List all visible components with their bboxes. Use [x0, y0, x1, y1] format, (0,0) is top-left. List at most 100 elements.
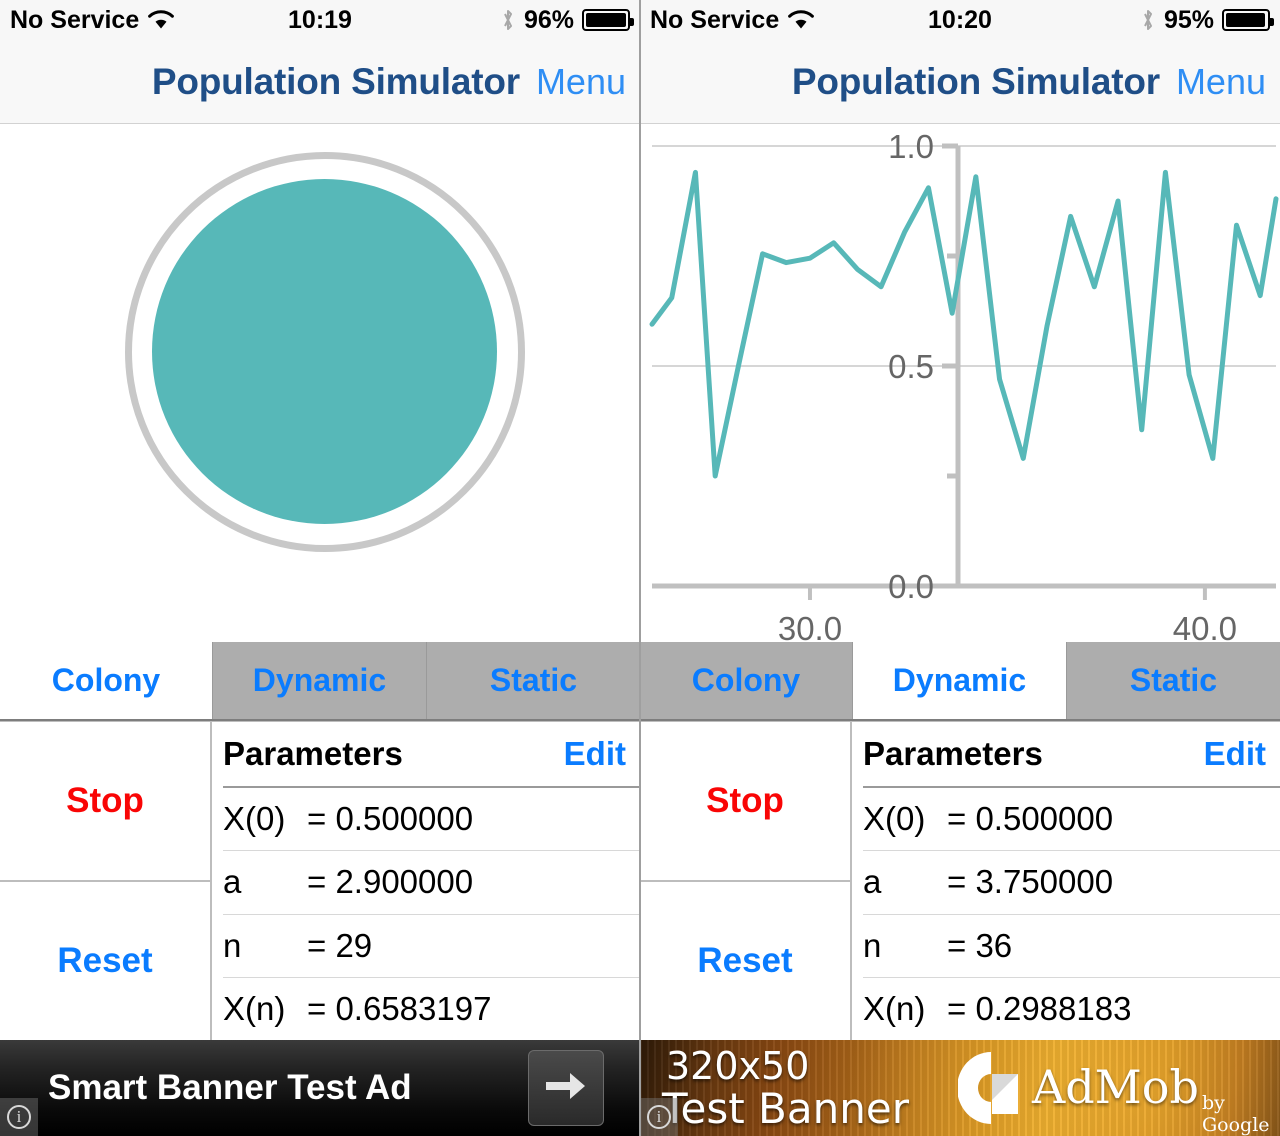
bottom-area-right: Stop Reset Parameters Edit X(0) = 0.5000… [640, 721, 1280, 1040]
tab-dynamic-label: Dynamic [892, 662, 1027, 698]
svg-text:0.5: 0.5 [888, 348, 934, 385]
ad-info-button[interactable]: i [0, 1098, 38, 1136]
param-key: X(n) [863, 989, 926, 1027]
dual-screenshot-container: No Service 10:19 96% Population Simulato… [0, 0, 1280, 1136]
nav-bar-left: Population Simulator Menu [0, 40, 640, 124]
param-key: a [223, 863, 242, 901]
param-key: a [863, 863, 882, 901]
bluetooth-icon [1140, 8, 1156, 32]
parameters-table: Parameters Edit X(0) = 0.500000 a = 3.75… [852, 722, 1280, 1040]
tab-colony[interactable]: Colony [640, 642, 853, 719]
tab-dynamic-label: Dynamic [252, 662, 387, 698]
svg-text:0.0: 0.0 [888, 568, 934, 605]
dynamic-line-chart: 0.0 0.5 1.0 30.0 40.0 [640, 124, 1280, 642]
info-icon: i [7, 1105, 31, 1129]
svg-text:40.0: 40.0 [1173, 610, 1237, 642]
ad-size-label: 320x50 [666, 1044, 810, 1088]
admob-brand-sub-label: by Google [1202, 1092, 1270, 1136]
action-button-column: Stop Reset [640, 722, 852, 1040]
battery-percent-label: 95% [1163, 5, 1214, 34]
battery-icon [1222, 9, 1274, 31]
info-icon: i [647, 1105, 671, 1129]
param-value: = 0.2988183 [947, 989, 1132, 1027]
tab-dynamic[interactable]: Dynamic [213, 642, 427, 719]
colony-view [0, 124, 640, 642]
tab-static[interactable]: Static [427, 642, 640, 719]
table-row: a = 2.900000 [223, 851, 640, 915]
table-row: X(0) = 0.500000 [863, 788, 1280, 852]
table-row: X(n) = 0.6583197 [223, 978, 640, 1040]
param-value: = 29 [307, 926, 373, 964]
param-value: = 36 [947, 926, 1013, 964]
tab-bar-left: Colony Dynamic Static [0, 642, 640, 721]
table-row: a = 3.750000 [863, 851, 1280, 915]
panel-right: No Service 10:20 95% Population Simulato… [640, 0, 1280, 1136]
stop-button-label: Stop [66, 781, 144, 820]
status-bar-left: No Service 10:19 96% [0, 0, 640, 40]
table-row: X(0) = 0.500000 [223, 788, 640, 852]
battery-percent-label: 96% [523, 5, 574, 34]
table-row: n = 36 [863, 915, 1280, 978]
battery-fill [586, 13, 626, 27]
param-key: n [863, 926, 882, 964]
parameters-header: Parameters Edit [863, 722, 1280, 788]
param-value: = 3.750000 [947, 863, 1114, 901]
table-row: n = 29 [223, 915, 640, 978]
colony-population-disc [152, 179, 497, 524]
action-button-column: Stop Reset [0, 722, 212, 1040]
tab-colony[interactable]: Colony [0, 642, 213, 719]
svg-text:30.0: 30.0 [778, 610, 842, 642]
param-value: = 0.500000 [307, 800, 474, 838]
menu-button[interactable]: Menu [1176, 61, 1266, 103]
ad-banner-text: Smart Banner Test Ad [48, 1068, 412, 1107]
battery-fill [1226, 13, 1265, 27]
edit-button[interactable]: Edit [564, 735, 626, 773]
nav-bar-right: Population Simulator Menu [640, 40, 1280, 124]
param-value: = 0.500000 [947, 800, 1114, 838]
param-value: = 2.900000 [307, 863, 474, 901]
edit-button[interactable]: Edit [1204, 735, 1266, 773]
svg-text:1.0: 1.0 [888, 128, 934, 165]
tab-dynamic[interactable]: Dynamic [853, 642, 1067, 719]
reset-button[interactable]: Reset [640, 882, 850, 1040]
tab-static-label: Static [489, 662, 578, 698]
page-title: Population Simulator [151, 60, 520, 102]
parameters-title: Parameters [223, 735, 403, 772]
param-key: n [223, 926, 242, 964]
parameters-table: Parameters Edit X(0) = 0.500000 a = 2.90… [212, 722, 640, 1040]
reset-button-label: Reset [57, 941, 153, 980]
admob-brand-label: AdMob [1032, 1060, 1199, 1114]
ad-action-button[interactable] [528, 1050, 604, 1126]
arrow-right-icon [544, 1069, 588, 1108]
status-bar-right: No Service 10:20 95% [640, 0, 1280, 40]
reset-button[interactable]: Reset [0, 882, 210, 1040]
ad-banner-smart[interactable]: Smart Banner Test Ad i [0, 1040, 640, 1136]
reset-button-label: Reset [697, 941, 793, 980]
battery-icon [582, 9, 634, 31]
bluetooth-icon [500, 8, 516, 32]
tab-colony-label: Colony [51, 662, 161, 698]
tab-static-label: Static [1129, 662, 1218, 698]
ad-banner-admob[interactable]: 320x50 Test Banner AdMob by Google i [640, 1040, 1280, 1136]
panel-left: No Service 10:19 96% Population Simulato… [0, 0, 640, 1136]
stop-button[interactable]: Stop [640, 722, 850, 882]
param-value: = 0.6583197 [307, 989, 492, 1027]
page-title: Population Simulator [791, 60, 1160, 102]
parameters-title: Parameters [863, 735, 1043, 772]
menu-button[interactable]: Menu [536, 61, 626, 103]
parameters-header: Parameters Edit [223, 722, 640, 788]
tab-colony-label: Colony [691, 662, 801, 698]
status-right-group: 96% [500, 5, 634, 35]
stop-button[interactable]: Stop [0, 722, 210, 882]
content-area-colony [0, 124, 640, 642]
ad-info-button[interactable]: i [640, 1098, 678, 1136]
admob-logo-icon [957, 1050, 1026, 1126]
tab-static[interactable]: Static [1067, 642, 1280, 719]
table-row: X(n) = 0.2988183 [863, 978, 1280, 1040]
content-area-chart: 0.0 0.5 1.0 30.0 40.0 [640, 124, 1280, 642]
bottom-area-left: Stop Reset Parameters Edit X(0) = 0.5000… [0, 721, 640, 1040]
param-key: X(n) [223, 989, 286, 1027]
param-key: X(0) [863, 800, 926, 838]
stop-button-label: Stop [706, 781, 784, 820]
param-key: X(0) [223, 800, 286, 838]
